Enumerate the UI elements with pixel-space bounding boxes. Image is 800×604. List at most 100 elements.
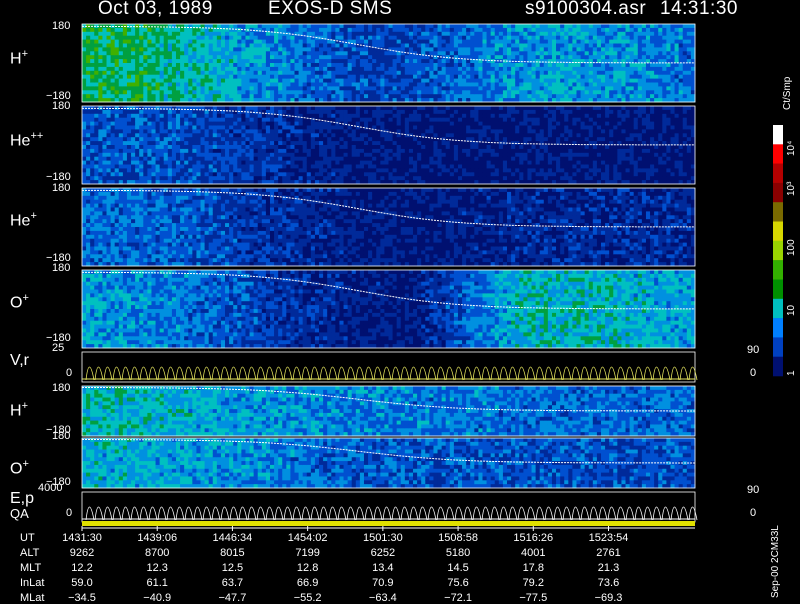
- heatmap-cell: [184, 168, 189, 173]
- heatmap-cell: [347, 168, 353, 173]
- heatmap-cell: [384, 66, 389, 72]
- heatmap-cell: [249, 106, 255, 111]
- heatmap-cell: [425, 43, 430, 48]
- heatmap-cell: [400, 55, 406, 60]
- heatmap-cell: [592, 55, 598, 60]
- heatmap-cell: [286, 24, 291, 29]
- heatmap-cell: [298, 156, 304, 161]
- heatmap-cell: [261, 168, 267, 173]
- heatmap-cell: [327, 137, 332, 142]
- heatmap-cell: [470, 31, 475, 37]
- heatmap-cell: [490, 86, 496, 91]
- heatmap-cell: [441, 168, 447, 173]
- heatmap-cell: [437, 113, 443, 119]
- heatmap-cell: [609, 74, 614, 79]
- heatmap-cell: [355, 129, 361, 134]
- heatmap-cell: [470, 133, 475, 138]
- heatmap-cell: [457, 27, 463, 33]
- heatmap-cell: [380, 43, 385, 48]
- heatmap-cell: [331, 172, 336, 177]
- heatmap-cell: [372, 59, 377, 64]
- heatmap-cell: [466, 51, 471, 56]
- heatmap-cell: [225, 160, 230, 165]
- heatmap-cell: [106, 27, 112, 33]
- heatmap-cell: [135, 70, 140, 76]
- heatmap-cell: [94, 74, 99, 79]
- heatmap-cell: [200, 117, 205, 122]
- heatmap-cell: [249, 125, 255, 130]
- heatmap-cell: [167, 164, 173, 169]
- heatmap-cell: [388, 106, 393, 111]
- heatmap-cell: [286, 55, 291, 60]
- heatmap-cell: [319, 156, 324, 161]
- heatmap-cell: [384, 156, 389, 161]
- heatmap-cell: [310, 133, 316, 138]
- heatmap-cell: [576, 90, 581, 95]
- heatmap-cell: [339, 145, 344, 150]
- heatmap-cell: [392, 160, 398, 165]
- heatmap-cell: [658, 43, 663, 48]
- heatmap-cell: [490, 70, 496, 76]
- heatmap-cell: [98, 137, 103, 142]
- heatmap-cell: [486, 51, 492, 56]
- heatmap-cell: [90, 141, 95, 146]
- heatmap-cell: [298, 94, 304, 99]
- heatmap-cell: [498, 74, 504, 79]
- heatmap-cell: [474, 39, 479, 44]
- heatmap-cell: [175, 94, 181, 99]
- heatmap-cell: [449, 55, 455, 60]
- heatmap-cell: [470, 145, 475, 150]
- heatmap-cell: [147, 137, 152, 142]
- heatmap-cell: [257, 78, 263, 83]
- heatmap-cell: [319, 55, 324, 60]
- heatmap-cell: [323, 31, 328, 37]
- heatmap-cell: [498, 55, 504, 60]
- heatmap-cell: [208, 125, 214, 130]
- heatmap-cell: [184, 63, 189, 68]
- heatmap-cell: [641, 24, 647, 29]
- heatmap-cell: [245, 74, 250, 79]
- heatmap-cell: [654, 66, 659, 72]
- heatmap-cell: [257, 63, 263, 68]
- heatmap-cell: [102, 55, 107, 60]
- heatmap-cell: [633, 78, 639, 83]
- heatmap-cell: [126, 152, 132, 158]
- heatmap-cell: [278, 74, 283, 79]
- heatmap-cell: [319, 94, 324, 99]
- heatmap-cell: [175, 152, 181, 158]
- heatmap-cell: [560, 43, 565, 48]
- heatmap-cell: [686, 82, 692, 87]
- heatmap-cell: [204, 43, 210, 48]
- heatmap-cell: [629, 51, 635, 56]
- heatmap-cell: [388, 51, 393, 56]
- heatmap-cell: [204, 164, 210, 169]
- heatmap-cell: [404, 117, 410, 122]
- heatmap-cell: [482, 125, 487, 130]
- heatmap-cell: [339, 133, 344, 138]
- heatmap-cell: [147, 86, 152, 91]
- heatmap-cell: [171, 137, 177, 142]
- heatmap-cell: [167, 66, 173, 72]
- heatmap-cell: [363, 35, 369, 40]
- heatmap-cell: [413, 55, 418, 60]
- heatmap-cell: [204, 117, 210, 122]
- heatmap-cell: [212, 106, 218, 111]
- heatmap-cell: [294, 109, 299, 115]
- heatmap-cell: [102, 94, 107, 99]
- heatmap-cell: [310, 59, 316, 64]
- heatmap-cell: [143, 137, 148, 142]
- heatmap-cell: [523, 86, 528, 91]
- heatmap-cell: [556, 51, 561, 56]
- heatmap-cell: [90, 113, 95, 119]
- heatmap-cell: [417, 94, 422, 99]
- heatmap-cell: [94, 125, 99, 130]
- heatmap-cell: [494, 39, 500, 44]
- heatmap-cell: [143, 152, 148, 158]
- heatmap-cell: [376, 59, 381, 64]
- heatmap-cell: [441, 125, 447, 130]
- heatmap-cell: [319, 70, 324, 76]
- heatmap-cell: [351, 90, 357, 95]
- heatmap-cell: [196, 109, 201, 115]
- heatmap-cell: [637, 70, 643, 76]
- heatmap-cell: [400, 31, 406, 37]
